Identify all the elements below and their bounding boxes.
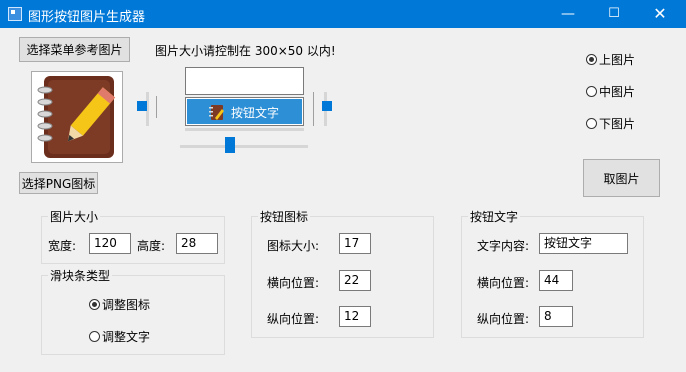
radio-dot: [89, 299, 100, 310]
icon-v-position-label: 纵向位置:: [267, 312, 320, 326]
radio-middle-image[interactable]: 中图片: [586, 83, 635, 100]
vertical-slider-right-thumb[interactable]: [322, 101, 332, 111]
text-h-position-label: 横向位置:: [477, 276, 530, 290]
text-v-position-input[interactable]: 8: [539, 306, 573, 327]
horizontal-slider-thumb[interactable]: [225, 137, 235, 153]
icon-size-label: 图标大小:: [267, 239, 320, 253]
radio-label: 下图片: [599, 117, 636, 131]
group-title: 滑块条类型: [48, 267, 113, 284]
preview-frame: 按钮文字: [185, 97, 304, 126]
preview-frame-top: [185, 67, 304, 95]
horizontal-slider-track[interactable]: [180, 145, 308, 148]
width-input[interactable]: 120: [89, 233, 131, 254]
radio-label: 上图片: [599, 53, 636, 67]
notebook-pencil-icon: [37, 76, 116, 158]
text-h-position-input[interactable]: 44: [539, 270, 573, 291]
radio-dot: [89, 331, 100, 342]
icon-preview-box: [31, 71, 123, 163]
text-content-input[interactable]: 按钮文字: [539, 233, 628, 254]
app-icon: [8, 7, 22, 21]
slider-tick: [156, 96, 157, 118]
group-title: 按钮图标: [258, 208, 311, 225]
text-v-position-label: 纵向位置:: [477, 312, 530, 326]
window-title: 图形按钮图片生成器: [28, 10, 146, 25]
icon-h-position-label: 横向位置:: [267, 276, 320, 290]
preview-button-text: 按钮文字: [231, 106, 280, 120]
size-hint-label: 图片大小请控制在 300×50 以内!: [155, 44, 336, 58]
width-label: 宽度:: [48, 239, 77, 253]
radio-adjust-icon[interactable]: 调整图标: [89, 296, 150, 313]
preview-notebook-icon: [209, 105, 224, 120]
radio-top-image[interactable]: 上图片: [586, 51, 635, 68]
select-menu-reference-button[interactable]: 选择菜单参考图片: [19, 37, 130, 62]
radio-dot: [586, 86, 597, 97]
maximize-icon[interactable]: ☐: [591, 0, 637, 28]
radio-label: 调整图标: [102, 298, 151, 312]
icon-h-position-input[interactable]: 22: [339, 270, 371, 291]
height-input[interactable]: 28: [176, 233, 218, 254]
preview-button: 按钮文字: [187, 99, 302, 124]
vertical-slider-left-thumb[interactable]: [137, 101, 147, 111]
radio-bottom-image[interactable]: 下图片: [586, 115, 635, 132]
group-title: 按钮文字: [468, 208, 521, 225]
title-bar: 图形按钮图片生成器 — ☐ ✕: [0, 0, 686, 28]
preview-frame-bottom: [185, 128, 304, 131]
group-title: 图片大小: [48, 208, 101, 225]
close-icon[interactable]: ✕: [637, 0, 683, 28]
radio-dot: [586, 54, 597, 65]
minimize-icon[interactable]: —: [545, 0, 591, 28]
app-window: 图形按钮图片生成器 — ☐ ✕ 选择菜单参考图片 图片大小请控制在 300×50…: [0, 0, 686, 372]
fetch-image-button[interactable]: 取图片: [583, 159, 660, 197]
icon-v-position-input[interactable]: 12: [339, 306, 371, 327]
slider-tick: [313, 92, 314, 126]
radio-adjust-text[interactable]: 调整文字: [89, 328, 150, 345]
radio-dot: [586, 118, 597, 129]
select-png-icon-button[interactable]: 选择PNG图标: [19, 172, 98, 194]
radio-label: 中图片: [599, 85, 636, 99]
radio-label: 调整文字: [102, 330, 151, 344]
icon-size-input[interactable]: 17: [339, 233, 371, 254]
height-label: 高度:: [137, 239, 166, 253]
text-content-label: 文字内容:: [477, 239, 530, 253]
